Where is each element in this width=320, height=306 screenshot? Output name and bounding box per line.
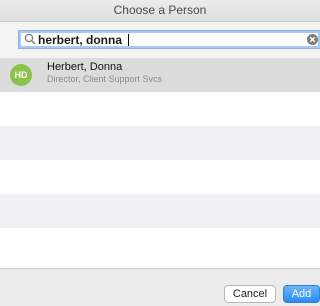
list-item[interactable]: HD Herbert, Donna Director, Client Suppo… (0, 58, 320, 92)
search-field[interactable] (18, 30, 320, 49)
person-title: Director, Client Support Svcs (47, 74, 163, 84)
clear-search-icon[interactable] (307, 34, 318, 45)
add-button[interactable]: Add (283, 285, 320, 303)
empty-row (0, 126, 320, 160)
choose-person-dialog: Choose a Person HD Herbert, Donna Direct… (0, 0, 320, 306)
text-cursor (128, 34, 129, 46)
results-list: HD Herbert, Donna Director, Client Suppo… (0, 58, 320, 268)
dialog-footer: Cancel Add (0, 268, 320, 306)
cancel-button[interactable]: Cancel (224, 285, 276, 303)
empty-row (0, 194, 320, 228)
empty-row (0, 92, 320, 126)
dialog-title: Choose a Person (0, 0, 320, 22)
search-icon (24, 33, 36, 45)
avatar: HD (10, 64, 32, 86)
search-bar (0, 22, 320, 58)
empty-row (0, 228, 320, 268)
empty-row (0, 160, 320, 194)
search-input[interactable] (38, 32, 298, 47)
person-name: Herbert, Donna (47, 61, 123, 73)
